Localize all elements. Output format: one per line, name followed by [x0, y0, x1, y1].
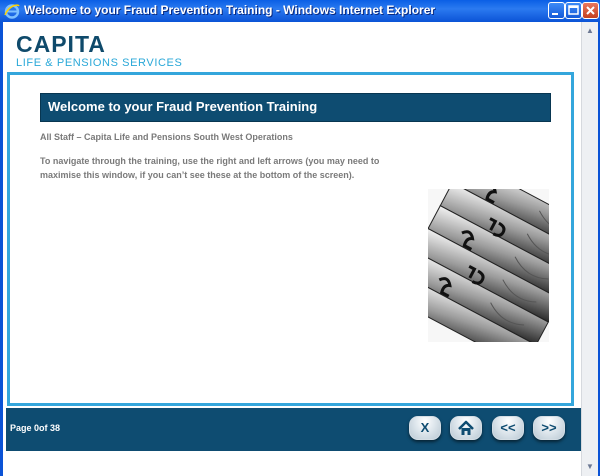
home-icon: [458, 420, 474, 435]
heading-bar: Welcome to your Fraud Prevention Trainin…: [40, 93, 551, 122]
bottom-navigation-bar: Page 0of 38 X << >>: [6, 408, 581, 451]
banknotes-photo: [428, 189, 549, 342]
exit-button[interactable]: X: [409, 416, 441, 440]
minimize-button[interactable]: [548, 2, 565, 19]
next-page-button[interactable]: >>: [533, 416, 565, 440]
logo-main-text: CAPITA: [16, 31, 106, 57]
scroll-up-icon[interactable]: ▲: [584, 24, 596, 38]
previous-page-button[interactable]: <<: [492, 416, 524, 440]
capita-logo: CAPITA LIFE & PENSIONS SERVICES: [16, 32, 182, 70]
maximize-button[interactable]: [565, 2, 582, 19]
home-button[interactable]: [450, 416, 482, 440]
ie-icon: [4, 4, 20, 19]
previous-label: <<: [500, 420, 516, 435]
main-panel: Welcome to your Fraud Prevention Trainin…: [7, 72, 574, 406]
audience-subtitle: All Staff – Capita Life and Pensions Sou…: [40, 132, 293, 142]
page-counter: Page 0of 38: [10, 423, 61, 433]
vertical-scrollbar[interactable]: ▲ ▼: [581, 22, 598, 476]
minimize-icon: [552, 13, 558, 15]
next-label: >>: [541, 420, 557, 435]
window-title: Welcome to your Fraud Prevention Trainin…: [24, 3, 436, 17]
close-button[interactable]: [582, 2, 599, 19]
page-bottom-area: [6, 451, 581, 476]
banknotes-illustration: [428, 189, 549, 342]
page-heading: Welcome to your Fraud Prevention Trainin…: [48, 99, 318, 114]
close-icon: [586, 6, 595, 15]
maximize-icon: [568, 5, 579, 15]
window-titlebar[interactable]: Welcome to your Fraud Prevention Trainin…: [0, 0, 600, 23]
exit-label: X: [420, 420, 430, 435]
browser-content: CAPITA LIFE & PENSIONS SERVICES Welcome …: [3, 22, 581, 476]
navigation-instructions: To navigate through the training, use th…: [40, 156, 380, 180]
scroll-down-icon[interactable]: ▼: [584, 460, 596, 474]
logo-sub-text: LIFE & PENSIONS SERVICES: [16, 57, 183, 69]
